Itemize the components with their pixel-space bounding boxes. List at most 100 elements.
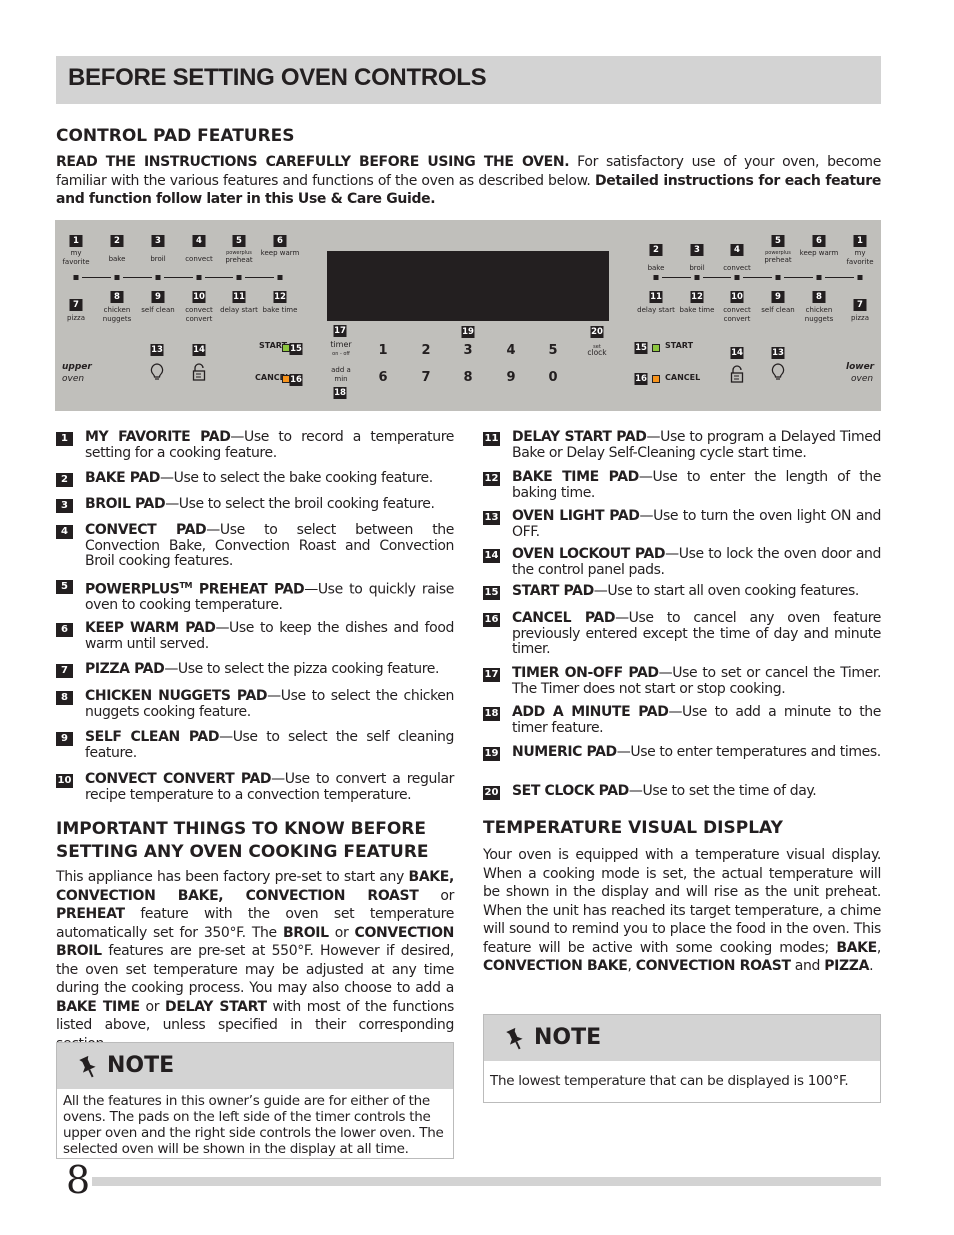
pad-number: 9	[771, 291, 785, 303]
feature-name: KEEP WARM PAD	[85, 620, 216, 636]
pad-bake[interactable]: bake	[97, 255, 137, 264]
pad-label: convect	[723, 264, 751, 272]
pad-bake-time[interactable]: bake time	[677, 306, 717, 315]
pad-delay-start[interactable]: delay start	[636, 306, 676, 315]
feature-name: PREHEAT PAD	[192, 581, 305, 598]
numeric-key-3[interactable]: 3	[463, 343, 472, 358]
numeric-key-4[interactable]: 4	[506, 343, 515, 358]
pad-number: 18	[333, 387, 347, 399]
connector-line	[784, 277, 813, 278]
pad-my-favorite[interactable]: my favorite	[56, 249, 96, 266]
indicator-led-dot	[857, 275, 863, 280]
upper-oven-label[interactable]: upper	[62, 361, 92, 373]
note-box-right: NOTE The lowest temperature that can be …	[483, 1014, 881, 1103]
pad-keep-warm[interactable]: keep warm	[260, 249, 300, 258]
feature-item: 12 BAKE TIME PAD—Use to enter the length …	[483, 469, 881, 501]
pad-bake[interactable]: bake	[636, 264, 676, 273]
pad-chicken-nuggets[interactable]: chicken nuggets	[799, 306, 839, 323]
feature-item: 3 BROIL PAD—Use to select the broil cooki…	[56, 496, 454, 513]
pad-keep-warm[interactable]: keep warm	[799, 249, 839, 258]
connector-line	[164, 277, 193, 278]
pad-number: 17	[333, 325, 347, 337]
numeric-key-9[interactable]: 9	[506, 370, 515, 385]
text: features are pre-set at 550°F. However i…	[56, 943, 454, 996]
pad-label: convect convert	[185, 306, 213, 323]
connector-line	[825, 277, 854, 278]
light-bulb-icon[interactable]	[771, 363, 785, 384]
upper-oven-label[interactable]: oven	[62, 373, 84, 385]
cancel-led[interactable]	[652, 375, 660, 383]
set-clock-button[interactable]: clock	[587, 348, 606, 358]
pad-number: 14	[192, 344, 206, 356]
pad-convect-convert[interactable]: convect convert	[179, 306, 219, 323]
lower-oven-label[interactable]: oven	[851, 373, 873, 385]
pad-label: delay start	[637, 306, 675, 314]
feature-description: —Use to select the bake cooking feature.	[160, 470, 433, 486]
feature-description: —Use to select the pizza cooking feature…	[164, 661, 440, 677]
pad-self-clean[interactable]: self clean	[758, 306, 798, 315]
numeric-key-6[interactable]: 6	[378, 370, 387, 385]
lock-icon[interactable]	[192, 363, 206, 384]
indicator-led-dot	[236, 275, 242, 280]
pad-convect[interactable]: convect	[179, 255, 219, 264]
numeric-key-5[interactable]: 5	[548, 343, 557, 358]
pad-broil[interactable]: broil	[138, 255, 178, 264]
pad-number: 15	[634, 342, 648, 354]
pad-number: 12	[690, 291, 704, 303]
important-paragraph: This appliance has been factory pre-set …	[56, 868, 454, 1053]
pad-delay-start[interactable]: delay start	[219, 306, 259, 315]
note-title: NOTE	[107, 1053, 175, 1078]
indicator-led-dot	[734, 275, 740, 280]
pad-convect[interactable]: convect	[717, 264, 757, 273]
pad-number: 12	[273, 291, 287, 303]
feature-description: —Use to select the broil cooking feature…	[165, 496, 435, 512]
numeric-key-0[interactable]: 0	[548, 370, 557, 385]
pad-self-clean[interactable]: self clean	[138, 306, 178, 315]
timer-button[interactable]: timer	[330, 340, 351, 350]
pad-label: bake	[108, 255, 126, 263]
feature-name: OVEN LIGHT PAD	[512, 508, 640, 524]
pad-bake-time[interactable]: bake time	[260, 306, 300, 315]
note-text: All the features in this owner’s guide a…	[63, 1093, 444, 1157]
pad-label: convect convert	[723, 306, 751, 323]
pad-number: 9	[151, 291, 165, 303]
start-button[interactable]: START	[665, 341, 693, 351]
numeric-key-1[interactable]: 1	[378, 343, 387, 358]
pushpin-icon	[506, 1027, 523, 1050]
connector-line	[245, 277, 274, 278]
numeric-key-7[interactable]: 7	[421, 370, 430, 385]
start-led[interactable]	[652, 344, 660, 352]
add-a-minute-button[interactable]: add a min	[329, 366, 353, 383]
connector-line	[662, 277, 691, 278]
numeric-key-2[interactable]: 2	[421, 343, 430, 358]
indicator-led-dot	[277, 275, 283, 280]
lock-icon[interactable]	[730, 365, 744, 386]
pad-number: 5	[232, 235, 246, 247]
feature-item: 15 START PAD—Use to start all oven cookin…	[483, 583, 881, 600]
note-box-left: NOTE All the features in this owner’s gu…	[56, 1042, 454, 1159]
pad-chicken-nuggets[interactable]: chicken nuggets	[97, 306, 137, 323]
feature-name: NUMERIC PAD	[512, 744, 617, 760]
feature-number: 7	[56, 664, 73, 678]
pad-my-favorite[interactable]: my favorite	[840, 249, 880, 266]
pad-preheat[interactable]: powerplus preheat	[225, 250, 252, 265]
numeric-key-8[interactable]: 8	[463, 370, 472, 385]
timer-onoff-label[interactable]: on - off	[332, 350, 350, 359]
feature-name: MY FAVORITE PAD	[85, 429, 231, 445]
feature-item: 7 PIZZA PAD—Use to select the pizza cooki…	[56, 661, 454, 678]
pad-label: broil	[689, 264, 705, 272]
feature-item: 14 OVEN LOCKOUT PAD—Use to lock the oven …	[483, 546, 881, 578]
indicator-led-dot	[775, 275, 781, 280]
cancel-button[interactable]: CANCEL	[665, 373, 700, 383]
pad-broil[interactable]: broil	[677, 264, 717, 273]
feature-number: 19	[483, 747, 500, 761]
light-bulb-icon[interactable]	[150, 363, 164, 384]
pad-pizza[interactable]: pizza	[840, 314, 880, 323]
pad-preheat[interactable]: powerplus preheat	[764, 250, 791, 265]
pad-pizza[interactable]: pizza	[56, 314, 96, 323]
text: Your oven is equipped with a temperature…	[483, 847, 881, 956]
feature-item: 16 CANCEL PAD—Use to cancel any oven feat…	[483, 610, 881, 658]
indicator-led-dot	[816, 275, 822, 280]
lower-oven-label[interactable]: lower	[846, 361, 874, 373]
pad-convect-convert[interactable]: convect convert	[717, 306, 757, 323]
